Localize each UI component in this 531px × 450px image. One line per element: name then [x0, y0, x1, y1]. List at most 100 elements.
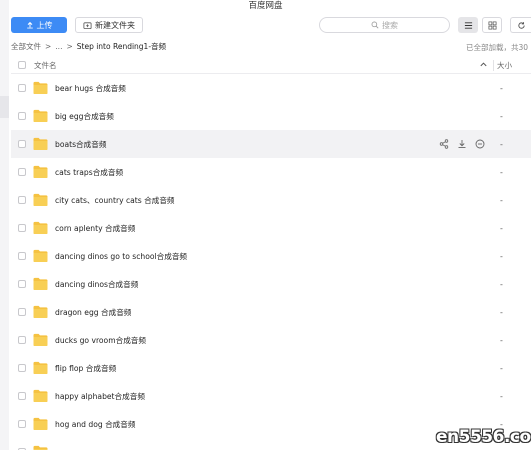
- folder-icon: [33, 305, 48, 318]
- row-checkbox[interactable]: [18, 336, 26, 344]
- new-folder-label: 新建文件夹: [95, 20, 135, 30]
- load-status: 已全部加载，共30: [466, 43, 529, 52]
- row-checkbox[interactable]: [18, 84, 26, 92]
- file-name[interactable]: dancing dinos go to school合成音频: [55, 251, 187, 262]
- breadcrumb-ellipsis[interactable]: ...: [55, 42, 62, 51]
- sidebar-selected-item[interactable]: [0, 96, 9, 118]
- folder-icon: [33, 277, 48, 290]
- column-divider: [493, 60, 494, 71]
- download-icon[interactable]: [457, 139, 467, 149]
- refresh-button[interactable]: [510, 17, 531, 33]
- file-name[interactable]: city cats、country cats 合成音频: [55, 195, 175, 206]
- row-actions: [439, 139, 485, 149]
- folder-icon: [33, 165, 48, 178]
- file-name[interactable]: big egg合成音频: [55, 111, 114, 122]
- toolbar: 上传 新建文件夹 搜索: [0, 12, 531, 38]
- row-checkbox[interactable]: [18, 168, 26, 176]
- breadcrumb-separator: >: [66, 42, 73, 51]
- file-row[interactable]: corn aplenty 合成音频 -: [11, 214, 531, 242]
- title-bar: 百度网盘: [0, 0, 531, 12]
- refresh-icon: [517, 21, 525, 29]
- file-row[interactable]: dancing dinos合成音频 -: [11, 270, 531, 298]
- breadcrumb-root[interactable]: 全部文件: [11, 41, 41, 52]
- search-input[interactable]: 搜索: [319, 17, 450, 33]
- file-size: -: [500, 167, 503, 177]
- breadcrumb: 全部文件 > ... > Step into Rending1-音频 已全部加载…: [11, 38, 531, 55]
- file-name[interactable]: dancing dinos合成音频: [55, 279, 138, 290]
- sidebar-strip: [0, 0, 9, 450]
- folder-icon: [33, 417, 48, 430]
- file-row[interactable]: flip flop 合成音频 -: [11, 354, 531, 382]
- file-row[interactable]: cats traps合成音频 -: [11, 158, 531, 186]
- file-row[interactable]: dancing dinos go to school合成音频 -: [11, 242, 531, 270]
- file-size: -: [500, 83, 503, 93]
- file-size: -: [500, 391, 503, 401]
- row-checkbox[interactable]: [18, 112, 26, 120]
- row-checkbox[interactable]: [18, 252, 26, 260]
- column-header-size[interactable]: 大小: [497, 60, 512, 71]
- upload-icon: [26, 21, 33, 29]
- sort-arrow-icon[interactable]: [479, 60, 488, 69]
- folder-icon: [33, 109, 48, 122]
- new-folder-icon: [83, 21, 92, 29]
- file-name[interactable]: dragon egg 合成音频: [55, 307, 131, 318]
- file-name[interactable]: cats traps合成音频: [55, 167, 123, 178]
- file-size: -: [500, 251, 503, 261]
- more-icon[interactable]: [475, 139, 485, 149]
- file-size: -: [500, 195, 503, 205]
- row-checkbox[interactable]: [18, 308, 26, 316]
- folder-icon: [33, 389, 48, 402]
- folder-icon: [33, 333, 48, 346]
- file-size: -: [500, 307, 503, 317]
- file-name[interactable]: boats合成音频: [55, 139, 106, 150]
- file-name[interactable]: bear hugs 合成音频: [55, 83, 126, 94]
- file-name[interactable]: ducks go vroom合成音频: [55, 335, 146, 346]
- upload-button[interactable]: 上传: [11, 17, 67, 33]
- row-checkbox[interactable]: [18, 392, 26, 400]
- file-list: bear hugs 合成音频 - big egg合成音频 - boats合成音频 - cat…: [11, 74, 531, 450]
- grid-icon: [488, 21, 496, 29]
- search-placeholder: 搜索: [382, 20, 398, 30]
- file-name[interactable]: corn aplenty 合成音频: [55, 223, 135, 234]
- file-size: -: [500, 139, 503, 149]
- file-row[interactable]: boats合成音频 -: [11, 130, 531, 158]
- file-row[interactable]: city cats、country cats 合成音频 -: [11, 186, 531, 214]
- file-size: -: [500, 363, 503, 373]
- new-folder-button[interactable]: 新建文件夹: [75, 17, 143, 33]
- file-name[interactable]: hog and dog 合成音频: [55, 419, 135, 430]
- file-row[interactable]: ducks go vroom合成音频 -: [11, 326, 531, 354]
- folder-icon: [33, 445, 48, 450]
- row-checkbox[interactable]: [18, 420, 26, 428]
- row-checkbox[interactable]: [18, 196, 26, 204]
- file-name[interactable]: happy alphabet合成音频: [55, 391, 145, 402]
- grid-view-button[interactable]: [482, 17, 502, 33]
- file-row[interactable]: dragon egg 合成音频 -: [11, 298, 531, 326]
- file-name[interactable]: flip flop 合成音频: [55, 363, 116, 374]
- select-all-checkbox[interactable]: [18, 61, 26, 69]
- file-row[interactable]: bear hugs 合成音频 -: [11, 74, 531, 102]
- folder-icon: [33, 193, 48, 206]
- row-checkbox[interactable]: [18, 364, 26, 372]
- folder-icon: [33, 361, 48, 374]
- folder-icon: [33, 137, 48, 150]
- row-checkbox[interactable]: [18, 140, 26, 148]
- breadcrumb-separator: >: [45, 42, 52, 51]
- folder-icon: [33, 81, 48, 94]
- breadcrumb-current: Step into Rending1-音频: [76, 42, 167, 51]
- folder-icon: [33, 221, 48, 234]
- file-row[interactable]: happy alphabet合成音频 -: [11, 382, 531, 410]
- file-size: -: [500, 223, 503, 233]
- list-icon: [464, 21, 472, 29]
- row-checkbox[interactable]: [18, 224, 26, 232]
- share-icon[interactable]: [439, 139, 449, 149]
- file-size: -: [500, 335, 503, 345]
- row-checkbox[interactable]: [18, 280, 26, 288]
- upload-label: 上传: [36, 20, 53, 30]
- file-size: -: [500, 111, 503, 121]
- table-header: 文件名 大小: [11, 57, 531, 74]
- app-title: 百度网盘: [248, 1, 283, 11]
- search-icon: [371, 21, 379, 29]
- file-row[interactable]: big egg合成音频 -: [11, 102, 531, 130]
- list-view-button[interactable]: [458, 17, 478, 33]
- column-header-name[interactable]: 文件名: [34, 60, 57, 71]
